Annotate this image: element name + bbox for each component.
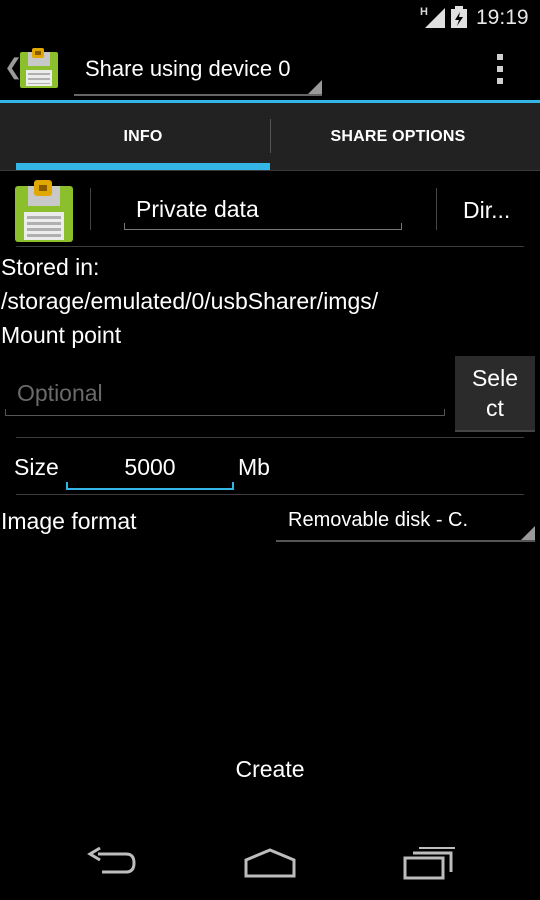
action-bar: ❮ Share using device 0 [0,36,540,100]
vertical-divider [436,188,437,230]
stored-in-label: Stored in: [1,254,100,280]
dir-button[interactable]: Dir... [438,188,538,232]
nav-home-icon[interactable] [242,846,298,880]
tab-divider [270,119,271,153]
status-bar: H 19:19 [0,0,540,36]
horizontal-divider [16,437,524,438]
navigation-bar [0,828,540,900]
mount-point-field[interactable] [5,372,445,416]
image-name-value: Private data [136,196,259,222]
select-button[interactable]: Sele ct [455,356,535,432]
floppy-disk-lock-icon [15,180,73,242]
size-label: Size [14,454,59,480]
image-name-field[interactable]: Private data [124,190,402,230]
device-spinner[interactable]: Share using device 0 [74,44,322,96]
signal-icon [425,8,445,28]
tab-info[interactable]: INFO [16,103,270,171]
image-format-spinner[interactable]: Removable disk - C. [276,500,535,542]
horizontal-divider [16,246,524,247]
size-field[interactable]: 5000 [66,446,234,490]
dropdown-triangle-icon [521,526,535,540]
vertical-divider [90,188,91,230]
mount-point-label: Mount point [1,322,122,348]
floppy-disk-lock-icon[interactable] [18,48,60,88]
size-value: 5000 [124,454,176,480]
storage-path: /storage/emulated/0/usbSharer/imgs/ [1,288,379,314]
tab-bar: INFO SHARE OPTIONS [0,103,540,171]
dropdown-triangle-icon [308,80,322,94]
clock: 19:19 [476,6,529,29]
create-button[interactable]: Create [200,748,340,792]
battery-icon [451,6,467,28]
tab-bar-bottom-line [0,170,540,171]
horizontal-divider [16,494,524,495]
tab-share-options[interactable]: SHARE OPTIONS [272,103,524,171]
nav-back-icon[interactable] [86,846,138,880]
device-spinner-label: Share using device 0 [85,56,291,81]
image-format-label: Image format [1,508,137,534]
mount-point-input[interactable] [17,380,437,407]
image-format-value: Removable disk - C. [288,509,469,531]
nav-recents-icon[interactable] [402,846,456,880]
overflow-menu-icon[interactable] [488,52,512,88]
select-button-label: Sele ct [471,365,519,421]
size-unit: Mb [238,454,270,480]
